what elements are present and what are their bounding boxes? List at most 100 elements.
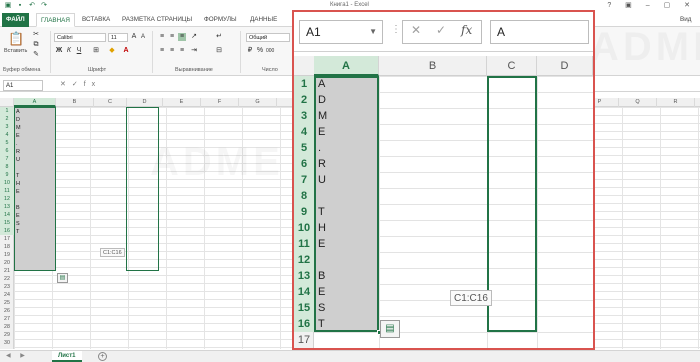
zoom-formula-input[interactable]: A: [490, 20, 589, 44]
zoom-cell-a3[interactable]: M: [318, 108, 327, 124]
font-name-select[interactable]: Calibri: [54, 33, 106, 42]
zoom-cell-a5[interactable]: .: [318, 140, 321, 156]
column-header-c[interactable]: C: [94, 98, 127, 107]
tab-data[interactable]: ДАННЫЕ: [246, 13, 281, 27]
column-header-r[interactable]: R: [657, 98, 695, 107]
save-icon[interactable]: ▪: [16, 2, 24, 10]
tab-file[interactable]: ФАЙЛ: [2, 13, 29, 27]
copy-range-c1-c16[interactable]: [126, 107, 159, 271]
merge-cells-icon[interactable]: ⊟: [215, 47, 223, 55]
zoom-row-header[interactable]: 10: [294, 220, 314, 236]
zoom-cell-a11[interactable]: E: [318, 236, 325, 252]
row-header[interactable]: 6: [0, 147, 14, 155]
zoom-cell-a1[interactable]: A: [318, 76, 325, 92]
zoom-column-header-d[interactable]: D: [537, 56, 593, 76]
row-header[interactable]: 21: [0, 267, 14, 275]
fx-icon[interactable]: fx: [461, 23, 472, 37]
zoom-paste-options-icon[interactable]: ▤: [380, 320, 400, 338]
column-header-b[interactable]: B: [56, 98, 94, 107]
cell-a7[interactable]: U: [16, 156, 20, 164]
align-center-icon[interactable]: ≡: [168, 47, 176, 55]
zoom-copy-range-c1-c16[interactable]: [487, 76, 537, 332]
italic-icon[interactable]: К: [65, 47, 73, 55]
row-header[interactable]: 28: [0, 323, 14, 331]
currency-icon[interactable]: ₽: [246, 47, 254, 55]
row-header[interactable]: 20: [0, 259, 14, 267]
percent-icon[interactable]: %: [256, 47, 264, 55]
select-all-corner[interactable]: [0, 98, 14, 107]
cell-a10[interactable]: H: [16, 180, 20, 188]
zoom-row-header[interactable]: 12: [294, 252, 314, 268]
zoom-cell-a10[interactable]: H: [318, 220, 326, 236]
zoom-column-header-a[interactable]: A: [314, 56, 379, 76]
row-header[interactable]: 29: [0, 331, 14, 339]
zoom-row-header[interactable]: 3: [294, 108, 314, 124]
zoom-column-header-c[interactable]: C: [487, 56, 537, 76]
row-header[interactable]: 8: [0, 163, 14, 171]
font-color-icon[interactable]: A: [122, 47, 130, 55]
row-header[interactable]: 16: [0, 227, 14, 235]
row-header[interactable]: 1: [0, 107, 14, 115]
tab-insert[interactable]: ВСТАВКА: [78, 13, 114, 27]
paste-icon[interactable]: 📋: [8, 31, 24, 47]
row-header[interactable]: 24: [0, 291, 14, 299]
decrease-font-icon[interactable]: A: [139, 33, 147, 41]
row-header[interactable]: 13: [0, 203, 14, 211]
zoom-row-header[interactable]: 18: [294, 348, 314, 350]
number-format-select[interactable]: Общий: [246, 33, 290, 42]
add-sheet-button[interactable]: +: [98, 352, 107, 361]
wrap-text-icon[interactable]: ↵: [215, 33, 223, 41]
zoom-row-header[interactable]: 4: [294, 124, 314, 140]
cell-a16[interactable]: T: [16, 228, 19, 236]
paste-options-icon[interactable]: ▤: [57, 273, 68, 283]
copy-icon[interactable]: ⧉: [32, 41, 40, 49]
column-header-g[interactable]: G: [239, 98, 277, 107]
zoom-row-header[interactable]: 14: [294, 284, 314, 300]
zoom-row-header[interactable]: 8: [294, 188, 314, 204]
cell-a1[interactable]: A: [16, 108, 20, 116]
thousands-icon[interactable]: 000: [266, 47, 274, 55]
row-header[interactable]: 15: [0, 219, 14, 227]
cell-a15[interactable]: S: [16, 220, 20, 228]
align-left-icon[interactable]: ≡: [158, 47, 166, 55]
cell-a14[interactable]: E: [16, 212, 20, 220]
cell-a5[interactable]: .: [16, 140, 18, 148]
zoom-cell-a4[interactable]: E: [318, 124, 325, 140]
zoom-cell-a9[interactable]: T: [318, 204, 325, 220]
row-header[interactable]: 19: [0, 251, 14, 259]
increase-font-icon[interactable]: A: [130, 33, 138, 41]
align-top-icon[interactable]: ≡: [158, 33, 166, 41]
zoom-cell-a15[interactable]: S: [318, 300, 325, 316]
zoom-row-header[interactable]: 2: [294, 92, 314, 108]
row-header[interactable]: 25: [0, 299, 14, 307]
tab-formulas[interactable]: ФОРМУЛЫ: [200, 13, 241, 27]
formula-bar-buttons[interactable]: ✕✓fx: [60, 80, 101, 88]
cell-a2[interactable]: D: [16, 116, 20, 124]
fill-color-icon[interactable]: ◆: [108, 47, 116, 55]
column-header-e[interactable]: E: [163, 98, 201, 107]
column-header-f[interactable]: F: [201, 98, 239, 107]
indent-icon[interactable]: ⇥: [190, 47, 198, 55]
column-header-q[interactable]: Q: [619, 98, 657, 107]
row-header[interactable]: 17: [0, 235, 14, 243]
align-middle-icon[interactable]: ≡: [168, 33, 176, 41]
row-header[interactable]: 9: [0, 171, 14, 179]
fx-icon[interactable]: fx: [84, 81, 101, 88]
cell-a11[interactable]: E: [16, 188, 20, 196]
zoom-row-header[interactable]: 7: [294, 172, 314, 188]
zoom-cell-a16[interactable]: T: [318, 316, 325, 332]
row-header[interactable]: 3: [0, 123, 14, 131]
cell-a9[interactable]: T: [16, 172, 19, 180]
zoom-row-header[interactable]: 9: [294, 204, 314, 220]
cell-a3[interactable]: M: [16, 124, 21, 132]
row-header[interactable]: 4: [0, 131, 14, 139]
cell-a13[interactable]: B: [16, 204, 20, 212]
sheet-nav-arrows[interactable]: ◀ ▶: [6, 351, 29, 362]
bold-icon[interactable]: Ж: [55, 47, 63, 55]
row-header[interactable]: 23: [0, 283, 14, 291]
align-right-icon[interactable]: ≡: [178, 47, 186, 55]
row-header[interactable]: 7: [0, 155, 14, 163]
chevron-down-icon[interactable]: ▼: [369, 21, 377, 43]
zoom-row-header[interactable]: 15: [294, 300, 314, 316]
row-header[interactable]: 27: [0, 315, 14, 323]
